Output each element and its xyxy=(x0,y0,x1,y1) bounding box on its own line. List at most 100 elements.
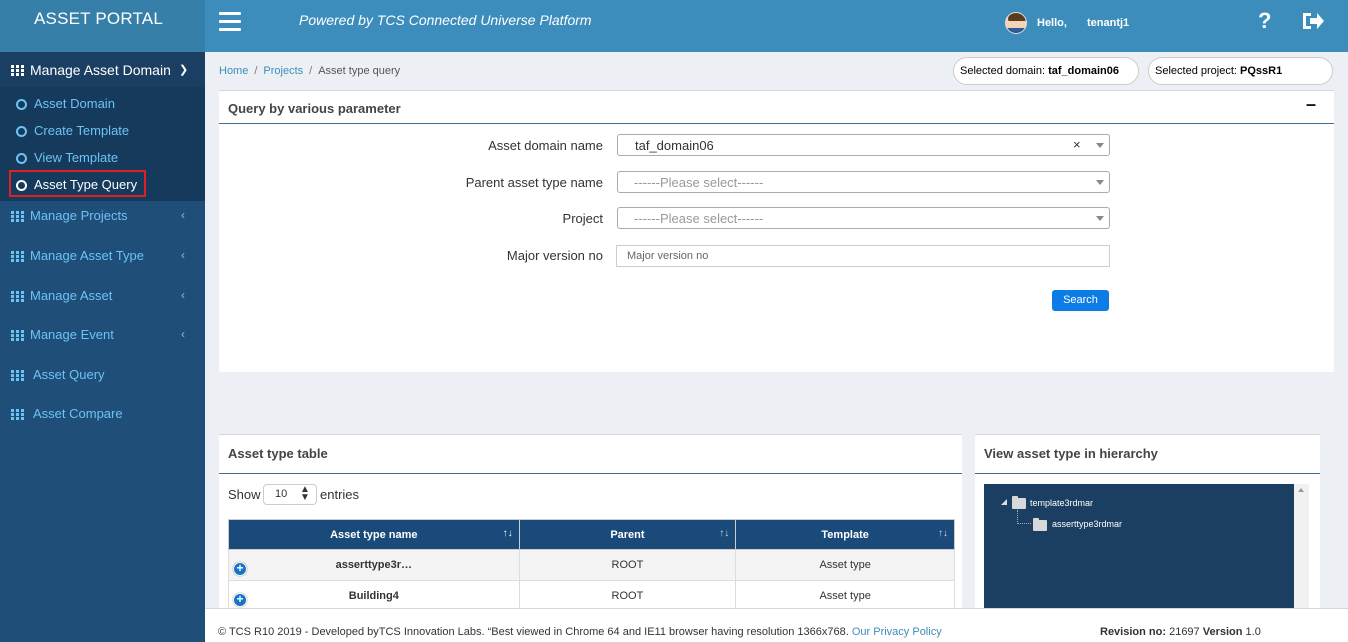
query-panel: Query by various parameter – Asset domai… xyxy=(219,90,1334,372)
footer: © TCS R10 2019 - Developed byTCS Innovat… xyxy=(205,608,1348,642)
parent-asset-type-placeholder: ------Please select------ xyxy=(634,175,764,190)
expand-triangle-icon[interactable] xyxy=(1001,499,1007,505)
sidebar-item-asset-compare[interactable]: Asset Compare xyxy=(0,402,205,428)
asset-domain-value: taf_domain06 xyxy=(635,138,714,153)
sidebar-section-manage-asset-domain[interactable]: Manage Asset Domain ❯ xyxy=(0,52,205,87)
sidebar-item-label: Asset Query xyxy=(33,367,105,382)
grid-icon xyxy=(11,370,24,381)
sidebar-item-label: Manage Asset Type xyxy=(30,248,144,263)
asset-type-table-title: Asset type table xyxy=(228,446,328,461)
footer-revision: Revision no: 21697 Version 1.0 xyxy=(1100,626,1261,638)
sidebar-item-manage-projects[interactable]: Manage Projects ‹ xyxy=(0,204,205,230)
asset-type-name: asserttype3r… xyxy=(335,559,413,571)
hierarchy-panel-header: View asset type in hierarchy xyxy=(975,435,1320,474)
chevron-left-icon: ‹ xyxy=(181,248,185,262)
sidebar-item-label: View Template xyxy=(34,150,119,165)
selected-domain-badge: Selected domain: taf_domain06 xyxy=(953,57,1139,85)
top-header: ASSET PORTAL Powered by TCS Connected Un… xyxy=(0,0,1348,52)
help-icon[interactable]: ? xyxy=(1258,8,1271,34)
asset-type-table-header: Asset type table xyxy=(219,435,962,474)
brand-title[interactable]: ASSET PORTAL xyxy=(34,9,163,29)
expand-row-icon[interactable]: + xyxy=(233,593,247,607)
tree-node-root[interactable]: template3rdmar xyxy=(1030,498,1093,508)
circle-icon xyxy=(16,99,27,110)
page-length-value: 10 xyxy=(275,488,288,500)
table-cell-name: + asserttype3r… xyxy=(228,549,520,581)
grid-icon xyxy=(11,409,24,420)
grid-icon xyxy=(11,211,24,222)
major-version-input[interactable]: Major version no xyxy=(616,245,1110,267)
sort-icon: ↑↓ xyxy=(938,528,948,539)
column-header-label: Asset type name xyxy=(330,528,418,541)
asset-type-table-panel: Asset type table Show 10 ▲ ▼ entries Asse… xyxy=(219,434,962,612)
grid-icon xyxy=(11,65,24,76)
selected-project-label: Selected project: xyxy=(1155,65,1237,77)
column-header-template[interactable]: Template ↑↓ xyxy=(735,519,955,550)
expand-row-icon[interactable]: + xyxy=(233,562,247,576)
breadcrumb: Home / Projects / Asset type query xyxy=(219,65,400,77)
scroll-up-icon[interactable] xyxy=(1298,488,1304,492)
breadcrumb-current: Asset type query xyxy=(318,65,401,77)
dropdown-caret-icon xyxy=(1096,143,1104,148)
asset-domain-select[interactable]: taf_domain06 × xyxy=(617,134,1110,156)
asset-domain-label: Asset domain name xyxy=(488,138,603,153)
selected-domain-value: taf_domain06 xyxy=(1048,65,1119,77)
sidebar: Manage Asset Domain ❯ Asset Domain Creat… xyxy=(0,52,205,642)
grid-icon xyxy=(11,330,24,341)
sidebar-item-manage-asset[interactable]: Manage Asset ‹ xyxy=(0,284,205,310)
project-select[interactable]: ------Please select------ xyxy=(617,207,1110,229)
logout-icon[interactable] xyxy=(1301,10,1325,32)
hamburger-menu-icon[interactable] xyxy=(219,12,241,32)
spinner-icon: ▲ ▼ xyxy=(300,484,310,503)
tree-node-child[interactable]: asserttype3rdmar xyxy=(1052,519,1122,529)
table-cell-parent: ROOT xyxy=(518,549,737,581)
search-button[interactable]: Search xyxy=(1052,290,1109,311)
query-panel-header: Query by various parameter – xyxy=(219,91,1334,124)
version-value: 1.0 xyxy=(1245,626,1261,638)
parent-asset-type-select[interactable]: ------Please select------ xyxy=(617,171,1110,193)
tree-connector xyxy=(1017,510,1031,524)
clear-icon[interactable]: × xyxy=(1073,137,1081,152)
grid-icon xyxy=(11,251,24,262)
hierarchy-tree: template3rdmar asserttype3rdmar xyxy=(984,484,1294,609)
username-label[interactable]: tenantj1 xyxy=(1087,17,1129,29)
table-cell-template: Asset type xyxy=(735,580,955,612)
sidebar-item-label: Manage Projects xyxy=(30,208,128,223)
sidebar-item-label: Create Template xyxy=(34,123,130,138)
breadcrumb-home-link[interactable]: Home xyxy=(219,65,248,77)
asset-type-name: Building4 xyxy=(348,590,399,602)
selected-project-badge: Selected project: PQssR1 xyxy=(1148,57,1333,85)
chevron-left-icon: ‹ xyxy=(181,327,185,341)
collapse-icon[interactable]: – xyxy=(1306,94,1316,115)
dropdown-caret-icon xyxy=(1096,180,1104,185)
active-item-highlight xyxy=(9,170,146,197)
hierarchy-panel: View asset type in hierarchy template3rd… xyxy=(975,434,1320,609)
tree-scrollbar[interactable] xyxy=(1294,484,1309,609)
chevron-left-icon: ‹ xyxy=(181,288,185,302)
sidebar-item-asset-query[interactable]: Asset Query xyxy=(0,363,205,389)
breadcrumb-projects-link[interactable]: Projects xyxy=(263,65,303,77)
user-avatar[interactable] xyxy=(1005,12,1027,34)
chevron-down-icon: ❯ xyxy=(179,64,189,76)
sidebar-item-manage-asset-type[interactable]: Manage Asset Type ‹ xyxy=(0,244,205,270)
major-version-label: Major version no xyxy=(506,248,603,263)
column-header-asset-type-name[interactable]: Asset type name ↑↓ xyxy=(228,519,520,550)
table-row[interactable]: + asserttype3r… ROOT Asset type xyxy=(228,549,955,581)
query-panel-title: Query by various parameter xyxy=(228,101,401,116)
folder-icon xyxy=(1033,518,1047,531)
table-cell-template: Asset type xyxy=(735,549,955,581)
table-row[interactable]: + Building4 ROOT Asset type xyxy=(228,580,955,612)
chevron-left-icon: ‹ xyxy=(181,208,185,222)
show-label: Show xyxy=(228,487,261,502)
sidebar-item-manage-event[interactable]: Manage Event ‹ xyxy=(0,323,205,349)
column-header-parent[interactable]: Parent ↑↓ xyxy=(518,519,737,550)
folder-icon xyxy=(1012,496,1026,509)
page-length-select[interactable]: 10 ▲ ▼ xyxy=(263,484,317,505)
grid-icon xyxy=(11,291,24,302)
privacy-policy-link[interactable]: Our Privacy Policy xyxy=(852,626,942,638)
column-header-label: Template xyxy=(821,528,869,541)
circle-icon xyxy=(16,126,27,137)
sidebar-section-label: Manage Asset Domain xyxy=(30,62,171,78)
column-header-label: Parent xyxy=(610,528,645,541)
project-placeholder: ------Please select------ xyxy=(634,211,764,226)
